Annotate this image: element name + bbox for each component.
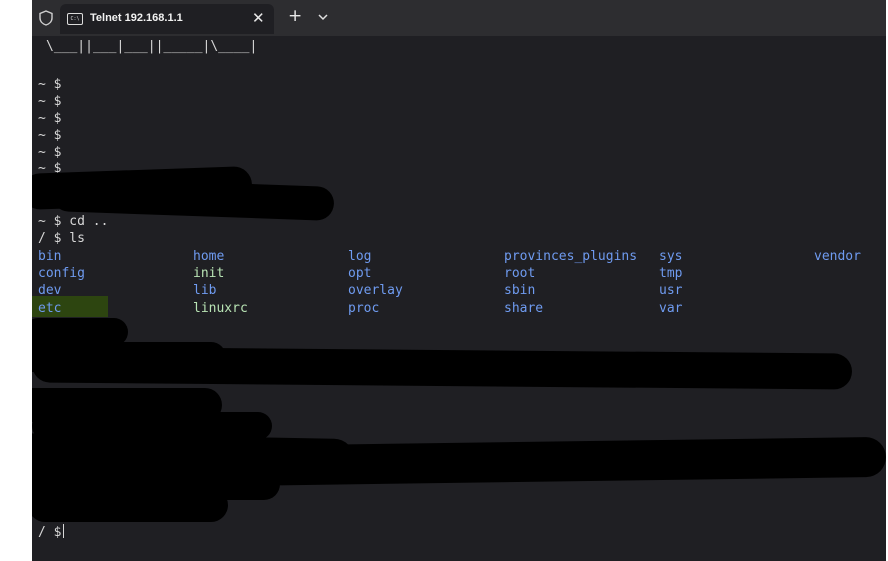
command-line: ~ $ cd ..	[38, 214, 109, 229]
prompt-line: ~ $	[38, 94, 62, 109]
prompt-line: ~ $	[38, 128, 62, 143]
prompt-line: ~ $	[38, 145, 62, 160]
tab-telnet[interactable]: C:\ Telnet 192.168.1.1 ✕	[60, 4, 274, 34]
ls-entry-dir: log	[348, 249, 372, 264]
tab-title: Telnet 192.168.1.1	[90, 12, 183, 24]
command-line: / $ ls	[38, 231, 85, 246]
ls-entry-dir: tmp	[659, 266, 683, 281]
ls-entry-dir: opt	[348, 266, 372, 281]
ls-entry-dir: bin	[38, 249, 62, 264]
ls-entry-dir: home	[193, 249, 225, 264]
ls-entry-dir: sbin	[504, 283, 536, 298]
ls-entry-dir: etc	[38, 301, 62, 316]
ls-entry-dir: usr	[659, 283, 683, 298]
terminal-output[interactable]: \___||___|___||_____|\____| ~ $ ~ $ ~ $ …	[32, 36, 886, 561]
final-prompt: / $	[38, 525, 62, 540]
prompt-line: ~ $	[38, 111, 62, 126]
ls-entry-dir: sys	[659, 249, 683, 264]
ls-entry-file: linuxrc	[193, 301, 248, 316]
prompt-line: / $	[38, 524, 65, 541]
ls-entry-dir: config	[38, 266, 85, 281]
chevron-down-icon[interactable]	[317, 11, 329, 23]
tab-bar: C:\ Telnet 192.168.1.1 ✕ +	[32, 0, 886, 36]
ls-entry-dir: proc	[348, 301, 380, 316]
ls-entry-dir: share	[504, 301, 544, 316]
ls-entry-dir: root	[504, 266, 536, 281]
shield-icon	[39, 10, 53, 26]
redaction-mark	[32, 346, 853, 390]
ls-entry-dir: provinces_plugins	[504, 249, 638, 264]
ls-entry-dir: dev	[38, 283, 62, 298]
ls-entry-dir: var	[659, 301, 683, 316]
close-icon[interactable]: ✕	[252, 9, 265, 27]
ls-entry-dir: overlay	[348, 283, 403, 298]
terminal-window: C:\ Telnet 192.168.1.1 ✕ + \___||___|___…	[32, 0, 886, 561]
prompt-line: ~ $	[38, 77, 62, 92]
redaction-mark	[32, 488, 228, 522]
new-tab-button[interactable]: +	[288, 6, 302, 26]
ls-entry-dir: vendor	[814, 249, 861, 264]
terminal-icon: C:\	[67, 13, 83, 25]
banner-line: \___||___|___||_____|\____|	[46, 39, 258, 54]
ls-entry-dir: lib	[193, 283, 217, 298]
ls-entry-file: init	[193, 266, 225, 281]
text-cursor	[63, 524, 65, 538]
